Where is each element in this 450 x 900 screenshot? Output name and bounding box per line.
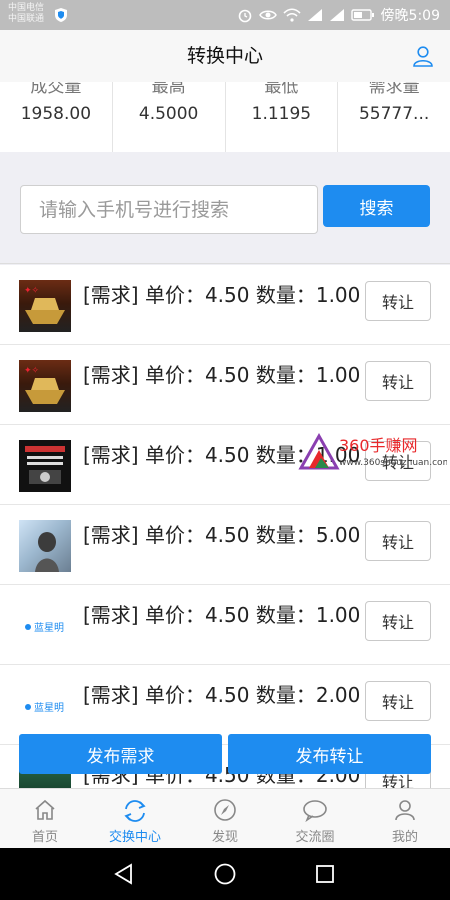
stat-value: 1958.00: [20, 104, 92, 124]
transfer-button[interactable]: 转让: [365, 281, 431, 321]
search-area: 搜索: [0, 152, 450, 264]
alarm-icon: [238, 9, 251, 23]
tab-label: 首页: [31, 830, 58, 845]
item-description: [需求] 单价：4.50 数量：1.00: [83, 363, 361, 387]
item-description: [需求] 单价：4.50 数量：1.00: [83, 603, 361, 627]
stat-label: 需求量: [368, 82, 420, 97]
status-icons: 傍晚5:09: [237, 5, 440, 25]
tab-home[interactable]: 首页: [0, 789, 90, 848]
signal-1-icon: [307, 9, 322, 21]
stat-volume: 成交量 1958.00: [0, 82, 113, 152]
shield-icon: [55, 8, 67, 22]
exchange-icon: [124, 800, 146, 822]
item-description: [需求] 单价：4.50 数量：1.00: [83, 283, 361, 307]
system-nav-bar: [0, 848, 450, 900]
stat-demand: 需求量 55777...: [338, 82, 450, 152]
stat-label: 成交量: [30, 82, 82, 97]
item-thumbnail: [19, 520, 71, 572]
stat-value: 4.5000: [138, 104, 199, 124]
tab-label: 交流圈: [295, 830, 335, 845]
svg-text:✦✧: ✦✧: [24, 286, 40, 296]
watermark-url: www.360shouzhuan.com: [339, 458, 447, 468]
tab-discover[interactable]: 发现: [180, 789, 270, 848]
tab-label: 发现: [211, 830, 238, 845]
item-thumbnail: 蓝星明: [19, 600, 71, 652]
tab-community[interactable]: 交流圈: [270, 789, 360, 848]
search-input[interactable]: [20, 185, 318, 234]
home-circle-icon[interactable]: [213, 862, 237, 886]
transfer-button[interactable]: 转让: [365, 521, 431, 561]
item-thumbnail: ✦✧: [19, 360, 71, 412]
list-item: ✦✧ [需求] 单价：4.50 数量：1.00 转让: [0, 345, 450, 425]
tab-mine[interactable]: 我的: [360, 789, 450, 848]
stat-low: 最低 1.1195: [226, 82, 339, 152]
list-item: ✦✧ [需求] 单价：4.50 数量：1.00 转让: [0, 265, 450, 345]
list-item: [需求] 单价：4.50 数量：5.00 转让: [0, 505, 450, 585]
publish-transfer-button[interactable]: 发布转让: [228, 734, 431, 774]
stat-high: 最高 4.5000: [113, 82, 226, 152]
carrier-1: 中国电信: [8, 3, 45, 13]
back-icon[interactable]: [112, 862, 136, 886]
watermark-logo: 360手赚网 www.360shouzhuan.com: [298, 432, 447, 470]
carrier-labels: 中国电信 中国联通: [8, 3, 44, 25]
item-description: [需求] 单价：4.50 数量：2.00: [83, 683, 361, 707]
order-list: ✦✧ [需求] 单价：4.50 数量：1.00 转让 ✦✧ [需求] 单价：4.…: [0, 265, 450, 788]
user-icon: [395, 800, 415, 821]
recents-icon[interactable]: [313, 862, 337, 886]
thumb-logo-text: 蓝星明: [34, 702, 64, 714]
home-icon: [35, 799, 55, 820]
chat-icon: [303, 800, 327, 822]
publish-demand-button[interactable]: 发布需求: [19, 734, 222, 774]
compass-icon: [214, 799, 236, 821]
header: 转换中心: [0, 30, 450, 82]
watermark-title: 360手赚网: [339, 436, 418, 455]
item-thumbnail: [19, 440, 71, 492]
item-thumbnail: 蓝星明: [19, 680, 71, 732]
stat-label: 最高: [151, 82, 186, 97]
tab-label: 交换中心: [108, 830, 161, 845]
transfer-button[interactable]: 转让: [365, 601, 431, 641]
tab-exchange-center[interactable]: 交换中心: [90, 789, 180, 848]
tab-label: 我的: [391, 830, 418, 845]
eye-icon: [258, 10, 277, 20]
user-icon[interactable]: [412, 45, 434, 67]
battery-icon: [350, 9, 374, 21]
transfer-button[interactable]: 转让: [365, 681, 431, 721]
wifi-icon: [282, 8, 301, 22]
tab-bar: 首页 交换中心 发现 交流圈 我的: [0, 788, 450, 848]
stats-row: 成交量 1958.00 最高 4.5000 最低 1.1195 需求量 5577…: [0, 82, 450, 152]
list-item: 蓝星明 [需求] 单价：4.50 数量：1.00 转让: [0, 585, 450, 665]
svg-text:✦✧: ✦✧: [24, 366, 40, 376]
stat-label: 最低: [264, 82, 299, 97]
status-time: 傍晚5:09: [380, 8, 440, 24]
page-title: 转换中心: [186, 45, 263, 67]
item-thumbnail: ✦✧: [19, 280, 71, 332]
thumb-logo-text: 蓝星明: [34, 622, 64, 634]
stat-value: 55777...: [358, 104, 430, 124]
item-description: [需求] 单价：4.50 数量：5.00: [83, 523, 361, 547]
stat-value: 1.1195: [251, 104, 312, 124]
signal-2-icon: [329, 9, 344, 21]
list-item: 蓝星明 [需求] 单价：4.50 数量：2.00 转让: [0, 665, 450, 745]
carrier-2: 中国联通: [8, 14, 45, 24]
status-bar: 中国电信 中国联通 傍晚5:09: [0, 0, 450, 30]
search-button[interactable]: 搜索: [323, 185, 430, 227]
transfer-button[interactable]: 转让: [365, 361, 431, 401]
